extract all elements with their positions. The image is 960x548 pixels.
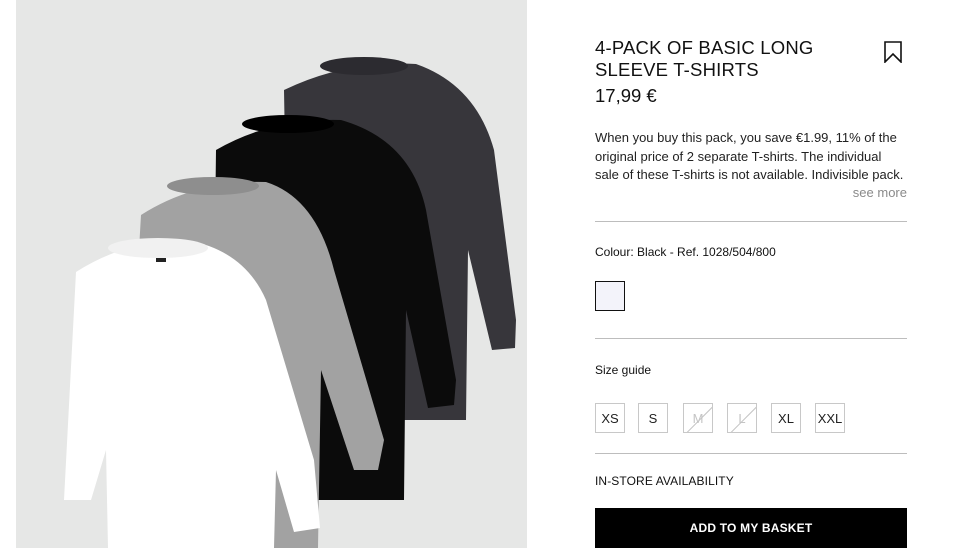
divider [595,453,907,454]
product-price: 17,99 € [595,85,657,106]
bookmark-icon[interactable] [882,41,904,64]
colour-reference: Colour: Black - Ref. 1028/504/800 [595,245,776,259]
size-guide-link[interactable]: Size guide [595,362,651,378]
size-option-xxl[interactable]: XXL [815,403,845,433]
size-option-xl[interactable]: XL [771,403,801,433]
product-image[interactable] [16,0,527,548]
product-title: 4-PACK OF BASIC LONG SLEEVE T-SHIRTS [595,37,814,80]
product-description: When you buy this pack, you save €1.99, … [595,130,904,182]
size-option-xs[interactable]: XS [595,403,625,433]
bookmark-icon-glyph [884,41,902,64]
colour-swatch[interactable] [595,281,625,311]
see-more-link[interactable]: see more [853,184,907,203]
tshirts-photo [64,57,516,548]
divider [595,338,907,339]
in-store-availability-link[interactable]: IN-STORE AVAILABILITY [595,473,734,489]
add-to-basket-button[interactable]: ADD TO MY BASKET [595,508,907,548]
divider [595,221,907,222]
product-info-panel: 4-PACK OF BASIC LONG SLEEVE T-SHIRTS 17,… [595,0,907,548]
size-option-m-unavailable[interactable]: M [683,403,713,433]
size-option-l-unavailable[interactable]: L [727,403,757,433]
size-option-s[interactable]: S [638,403,668,433]
